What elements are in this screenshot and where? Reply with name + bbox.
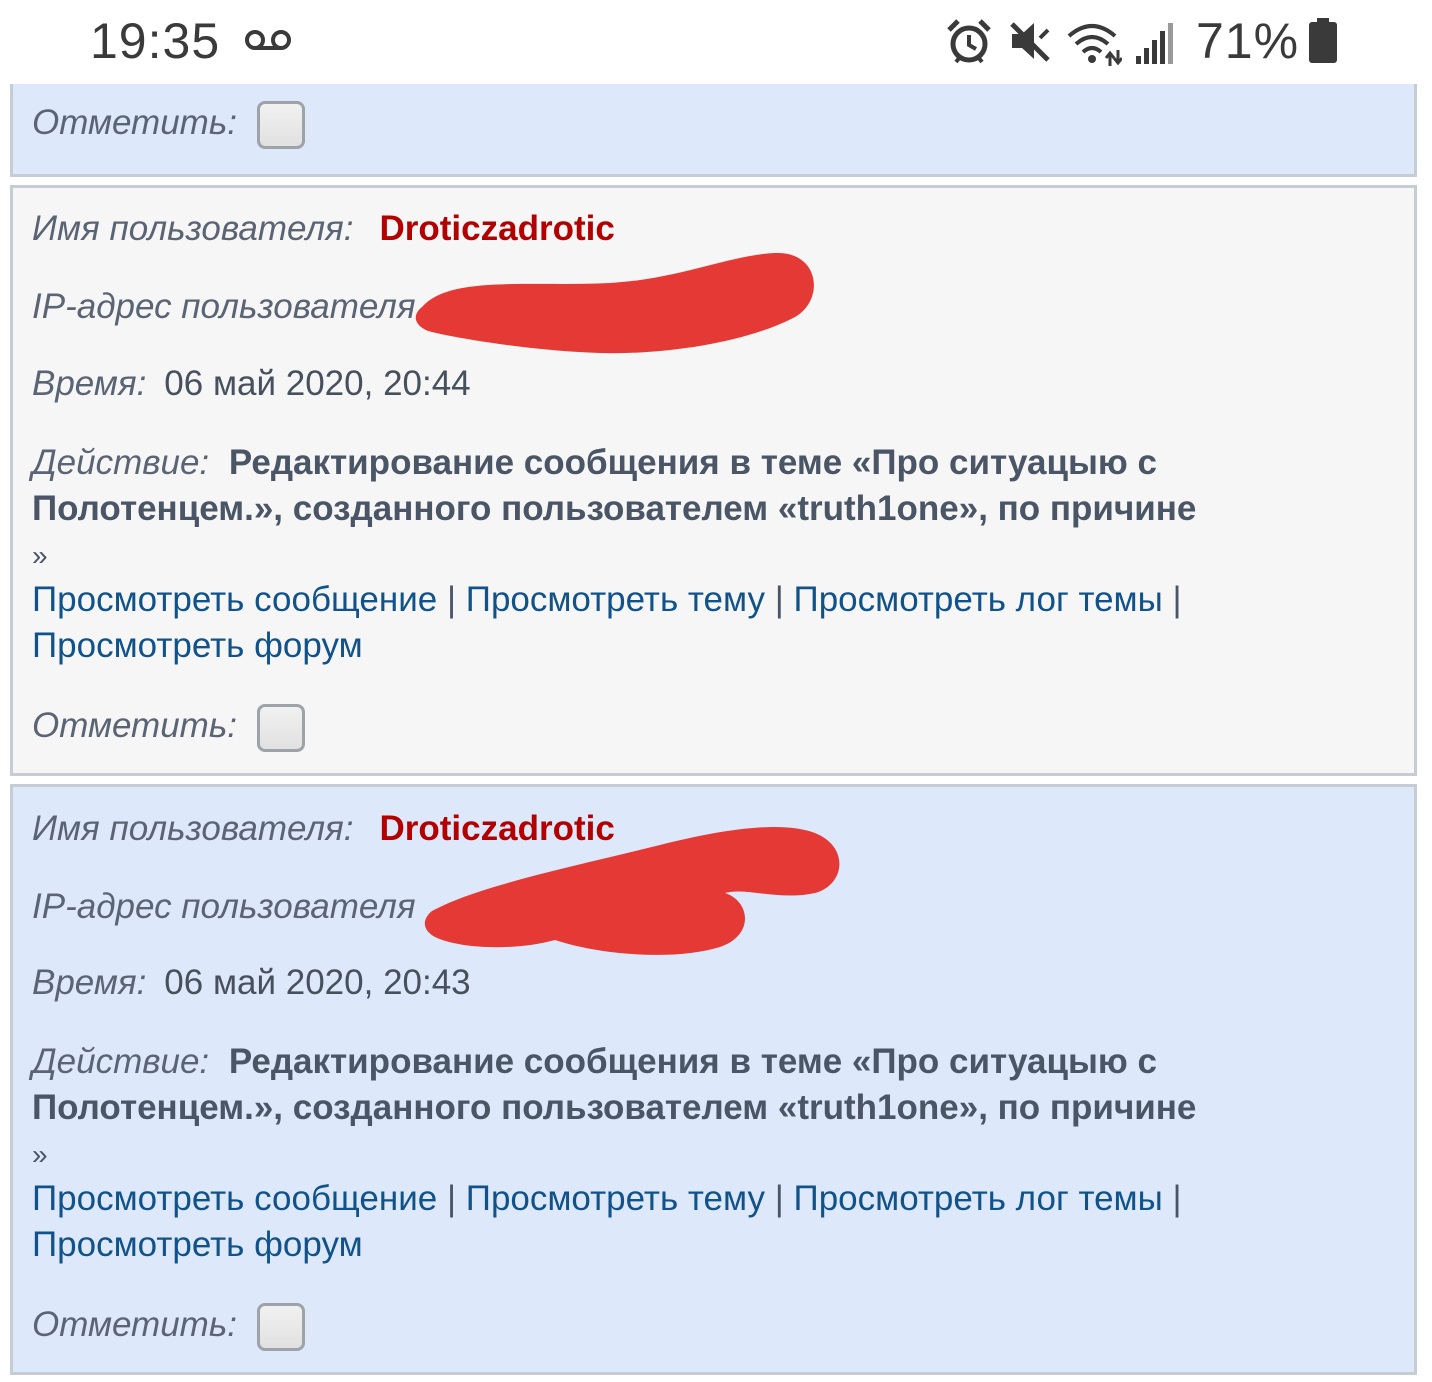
link-separator: | (774, 1179, 784, 1218)
action-text-line2: Полотенцем.», созданного пользователем «… (32, 1088, 1197, 1127)
action-suffix: » (32, 1139, 48, 1170)
view-post-link[interactable]: Просмотреть сообщение (32, 1179, 437, 1218)
time-row: Время: 06 май 2020, 20:43 (32, 960, 471, 1006)
link-separator: | (774, 580, 784, 619)
action-row: Действие: Редактирование сообщения в тем… (32, 1039, 1157, 1085)
signal-icon (1136, 23, 1173, 64)
log-entry-partial: Отметить: (10, 84, 1417, 177)
time-label: Время: (32, 364, 147, 403)
action-suffix: » (32, 540, 48, 571)
view-topic-log-link[interactable]: Просмотреть лог темы (794, 580, 1163, 619)
mark-label: Отметить: (32, 103, 237, 142)
action-label: Действие: (32, 443, 210, 482)
action-row: Действие: Редактирование сообщения в тем… (32, 440, 1157, 486)
link-separator: | (1172, 1179, 1182, 1218)
action-row-2: Полотенцем.», созданного пользователем «… (32, 1085, 1196, 1131)
action-suffix-row: » (32, 1132, 48, 1178)
link-separator: | (1172, 580, 1182, 619)
links-row: Просмотреть сообщение | Просмотреть тему… (32, 1176, 1182, 1222)
links-row: Просмотреть сообщение | Просмотреть тему… (32, 577, 1182, 623)
view-topic-link[interactable]: Просмотреть тему (466, 580, 765, 619)
mark-checkbox[interactable] (256, 703, 305, 752)
redaction-scribble (424, 826, 840, 955)
time-value: 06 май 2020, 20:43 (164, 963, 471, 1002)
view-forum-link[interactable]: Просмотреть форум (32, 626, 363, 665)
link-separator: | (446, 1179, 457, 1218)
mark-row: Отметить: (32, 1302, 305, 1351)
ip-row: IP-адрес пользователя (32, 284, 416, 330)
time-value: 06 май 2020, 20:44 (164, 364, 471, 403)
view-topic-link[interactable]: Просмотреть тему (466, 1179, 765, 1218)
mark-row: Отметить: (32, 100, 305, 149)
time-label: Время: (32, 963, 147, 1002)
mark-checkbox[interactable] (256, 100, 305, 149)
ip-row: IP-адрес пользователя (32, 884, 416, 930)
ip-label: IP-адрес пользователя (32, 887, 416, 926)
view-forum-link[interactable]: Просмотреть форум (32, 1225, 363, 1264)
wifi-icon (1067, 24, 1122, 66)
username-link[interactable]: Droticzadrotic (379, 209, 614, 248)
action-label: Действие: (32, 1042, 210, 1081)
mark-label: Отметить: (32, 706, 237, 745)
status-time: 19:35 (90, 13, 221, 69)
mark-checkbox[interactable] (256, 1302, 305, 1351)
action-text-line1: Редактирование сообщения в теме «Про сит… (228, 1042, 1157, 1081)
view-post-link[interactable]: Просмотреть сообщение (32, 580, 437, 619)
view-topic-log-link[interactable]: Просмотреть лог темы (794, 1179, 1163, 1218)
battery-percent: 71% (1196, 13, 1300, 69)
username-label: Имя пользователя: (32, 809, 354, 848)
alarm-icon (947, 19, 991, 64)
link-separator: | (446, 580, 457, 619)
ip-label: IP-адрес пользователя (32, 287, 416, 326)
links-row-2: Просмотреть форум (32, 623, 363, 669)
status-bar: 19:35 71% (0, 0, 1432, 84)
mark-label: Отметить: (32, 1305, 237, 1344)
username-label: Имя пользователя: (32, 209, 354, 248)
redaction-scribble (415, 252, 814, 354)
action-row-2: Полотенцем.», созданного пользователем «… (32, 486, 1196, 532)
voicemail-icon (245, 30, 291, 50)
links-row-2: Просмотреть форум (32, 1222, 363, 1268)
action-suffix-row: » (32, 533, 48, 579)
mute-icon (1010, 22, 1050, 62)
action-text-line2: Полотенцем.», созданного пользователем «… (32, 489, 1197, 528)
action-text-line1: Редактирование сообщения в теме «Про сит… (228, 443, 1157, 482)
time-row: Время: 06 май 2020, 20:44 (32, 361, 471, 407)
battery-icon (1309, 18, 1337, 63)
mark-row: Отметить: (32, 703, 305, 752)
